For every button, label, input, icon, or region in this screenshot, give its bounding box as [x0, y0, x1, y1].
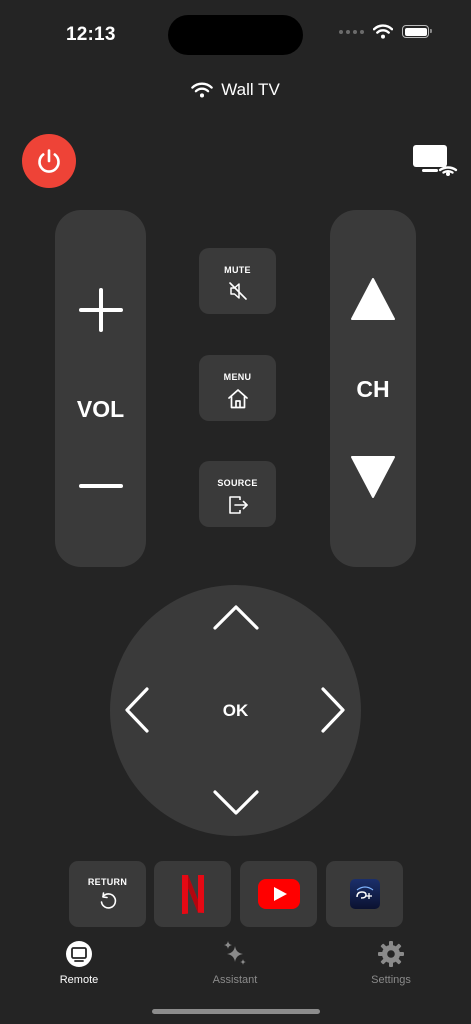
status-time: 12:13 — [66, 24, 116, 45]
return-label: RETURN — [87, 877, 128, 887]
volume-down-button[interactable] — [78, 476, 124, 496]
remote-screen: 12:13 Wall TV VOL CH MUTE MENU SOURCE OK… — [0, 0, 471, 1024]
power-button[interactable] — [22, 134, 76, 188]
power-icon — [38, 149, 60, 173]
wifi-icon — [191, 82, 213, 98]
ok-button[interactable]: OK — [110, 701, 361, 721]
source-button[interactable]: SOURCE — [199, 461, 276, 527]
home-indicator — [152, 1009, 320, 1014]
mute-icon — [228, 282, 247, 300]
dpad-down-button[interactable] — [211, 787, 261, 817]
return-icon — [100, 892, 116, 909]
tab-label: Assistant — [212, 974, 258, 986]
channel-up-button[interactable] — [350, 276, 396, 322]
battery-icon — [402, 25, 432, 38]
wifi-status-icon — [373, 24, 393, 39]
channel-down-button[interactable] — [350, 454, 396, 500]
cast-button[interactable] — [410, 142, 458, 178]
connected-device[interactable]: Wall TV — [0, 80, 471, 100]
tab-label: Settings — [371, 974, 411, 986]
mute-button[interactable]: MUTE — [199, 248, 276, 314]
tab-label: Remote — [59, 974, 99, 986]
cellular-signal-icon — [339, 29, 364, 34]
return-button[interactable]: RETURN — [69, 861, 146, 927]
volume-up-button[interactable] — [78, 287, 124, 333]
directional-pad: OK — [110, 585, 361, 836]
youtube-icon — [257, 879, 300, 909]
menu-label: MENU — [223, 372, 252, 382]
youtube-app-button[interactable] — [240, 861, 317, 927]
status-icons — [339, 24, 432, 39]
menu-button[interactable]: MENU — [199, 355, 276, 421]
input-source-icon — [228, 496, 248, 514]
volume-label: VOL — [76, 396, 125, 422]
gear-icon — [378, 941, 404, 967]
device-name: Wall TV — [221, 80, 280, 99]
tv-icon — [66, 941, 92, 967]
dynamic-island — [168, 15, 303, 55]
sparkles-icon — [224, 941, 246, 965]
channel-control: CH — [330, 210, 416, 567]
mute-label: MUTE — [224, 265, 251, 275]
home-icon — [227, 389, 248, 409]
netflix-icon — [181, 875, 204, 914]
source-label: SOURCE — [217, 478, 258, 488]
netflix-app-button[interactable] — [154, 861, 231, 927]
tab-assistant[interactable]: Assistant — [185, 940, 285, 986]
channel-label: CH — [356, 376, 390, 402]
volume-control: VOL — [55, 210, 146, 567]
disney-plus-icon — [349, 879, 380, 909]
tab-settings[interactable]: Settings — [341, 940, 441, 986]
tab-remote[interactable]: Remote — [29, 940, 129, 986]
screen-cast-icon — [413, 145, 458, 176]
disney-plus-app-button[interactable] — [326, 861, 403, 927]
dpad-up-button[interactable] — [211, 603, 261, 633]
